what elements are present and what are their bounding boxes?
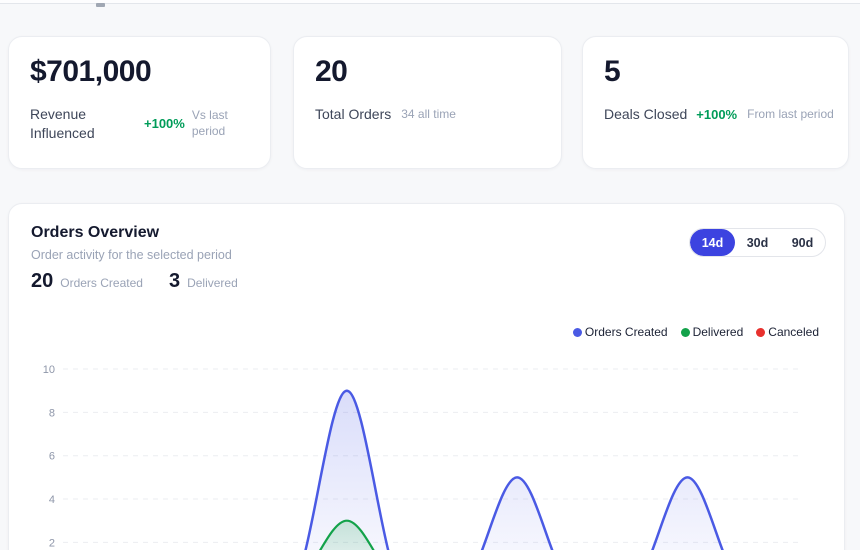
range-30d-button[interactable]: 30d [735, 229, 780, 256]
svg-text:4: 4 [49, 494, 55, 506]
orders-chart: 2 4 6 8 10 [43, 364, 802, 550]
orders-overview-subtitle: Order activity for the selected period [31, 248, 232, 262]
legend-item-delivered: Delivered [680, 325, 743, 339]
orders-overview-card: Orders Overview Order activity for the s… [8, 203, 845, 550]
deals-closed-value: 5 [604, 55, 621, 88]
nav-remnant-mark [96, 3, 105, 7]
orders-created-dot-icon [572, 327, 582, 337]
legend-item-canceled: Canceled [756, 325, 819, 339]
orders-overview-stats: 20 Orders Created 3 Delivered [31, 270, 238, 293]
range-14d-button[interactable]: 14d [690, 229, 735, 256]
range-90d-button[interactable]: 90d [780, 229, 825, 256]
svg-text:8: 8 [49, 407, 55, 419]
svg-text:6: 6 [49, 451, 55, 463]
deals-closed-change-badge: +100% [696, 106, 738, 122]
top-nav-edge [0, 0, 860, 7]
delivered-count: 3 [168, 270, 181, 292]
orders-created-count-label: Orders Created [60, 276, 143, 290]
orders-created-count: 20 [31, 270, 54, 292]
total-orders-label: Total Orders [315, 106, 392, 122]
range-toggle-group: 14d 30d 90d [689, 228, 826, 257]
legend-item-orders-created: Orders Created [572, 325, 668, 339]
svg-text:2: 2 [49, 537, 55, 549]
chart-series [304, 389, 724, 550]
canceled-dot-icon [756, 327, 766, 337]
revenue-period-note: Vs last period [191, 108, 228, 138]
total-orders-value: 20 [315, 55, 348, 88]
orders-overview-title: Orders Overview [31, 224, 160, 241]
revenue-label: Revenue Influenced [30, 106, 95, 141]
stat-card-revenue: $701,000 Revenue Influenced +100% Vs las… [8, 36, 271, 169]
revenue-value: $701,000 [30, 55, 152, 88]
deals-closed-period-note: From last period [747, 106, 834, 121]
revenue-change-badge: +100% [144, 116, 185, 132]
delivered-count-label: Delivered [187, 276, 238, 290]
stat-card-total-orders: 20 Total Orders 34 all time [293, 36, 562, 169]
stat-card-deals-closed: 5 Deals Closed +100% From last period [582, 36, 849, 169]
total-orders-note: 34 all time [401, 106, 456, 121]
deals-closed-label: Deals Closed [604, 106, 688, 122]
svg-text:10: 10 [43, 364, 55, 376]
delivered-dot-icon [680, 327, 690, 337]
chart-legend: Orders Created Delivered Canceled [560, 325, 819, 339]
